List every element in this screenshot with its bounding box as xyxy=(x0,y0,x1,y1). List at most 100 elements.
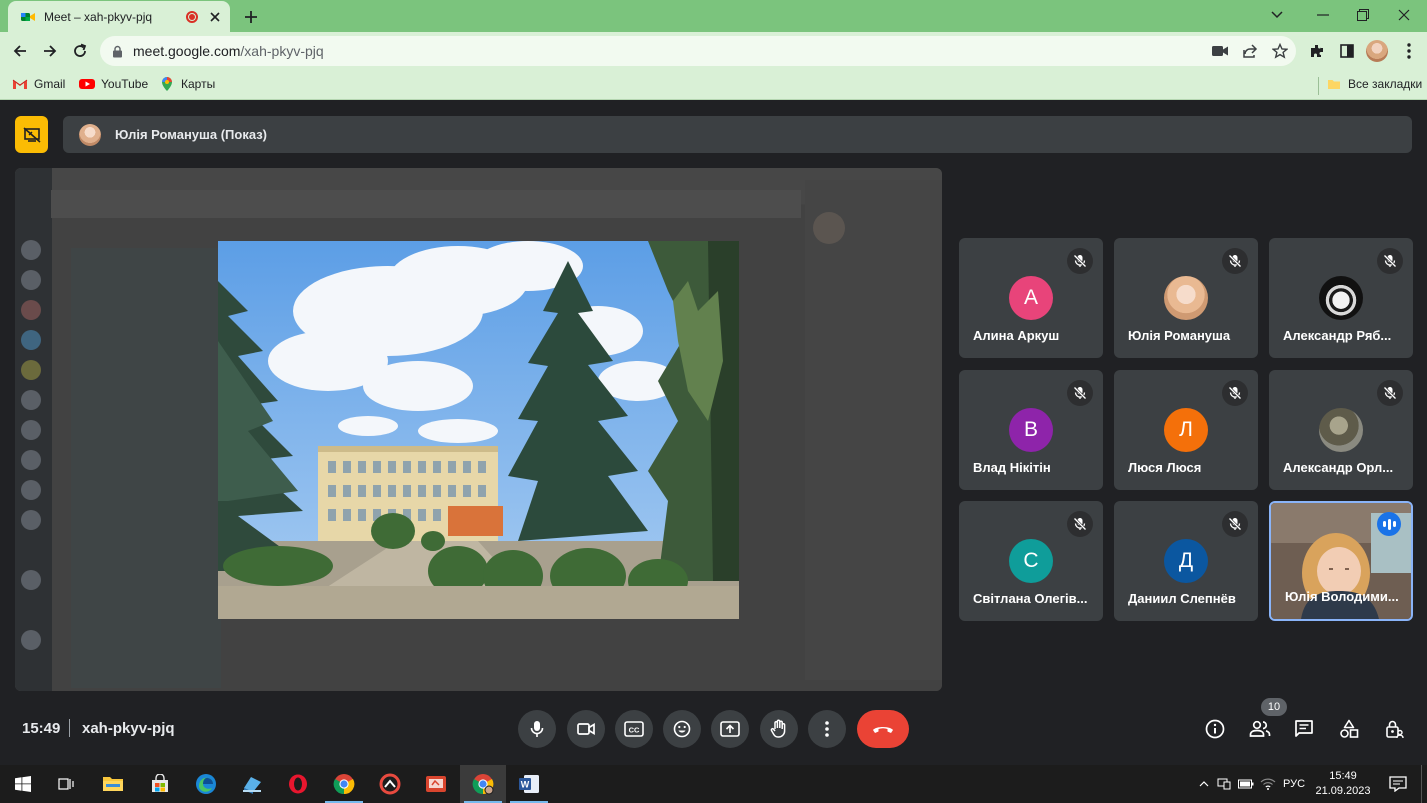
taskbar-time: 15:49 xyxy=(1329,770,1357,782)
browser-tab-meet[interactable]: Meet – xah-pkyv-pjq xyxy=(8,1,230,32)
close-tab-icon[interactable] xyxy=(208,10,222,24)
camera-button[interactable] xyxy=(567,710,605,748)
taskbar-opera[interactable] xyxy=(275,765,321,803)
profile-avatar-button[interactable] xyxy=(1363,37,1391,65)
activities-shapes-icon xyxy=(1340,719,1359,738)
browser-tab-strip: Meet – xah-pkyv-pjq xyxy=(0,0,1427,32)
show-desktop-button[interactable] xyxy=(1421,765,1422,803)
taskbar-clock[interactable]: 15:49 21.09.2023 xyxy=(1315,769,1371,799)
participant-avatar: В xyxy=(1009,408,1053,452)
speaking-indicator-icon xyxy=(1377,512,1401,536)
mic-off-icon xyxy=(1377,380,1403,406)
taskbar-app-blue[interactable] xyxy=(229,765,275,803)
hand-icon xyxy=(770,719,786,738)
people-button[interactable] xyxy=(1246,715,1274,743)
url-host: meet.google.com xyxy=(133,43,241,59)
chat-icon xyxy=(1295,720,1313,737)
edge-icon xyxy=(196,774,216,794)
taskbar-edge[interactable] xyxy=(183,765,229,803)
host-controls-button[interactable] xyxy=(1380,715,1408,743)
lock-icon[interactable] xyxy=(112,45,123,58)
maximize-window-button[interactable] xyxy=(1340,0,1386,30)
bookmark-gmail[interactable]: Gmail xyxy=(12,76,65,92)
participant-tile[interactable]: Л Люся Люся xyxy=(1114,370,1258,490)
taskbar-microsoft-store[interactable] xyxy=(137,765,183,803)
bookmark-label: Карты xyxy=(181,77,216,91)
present-screen-button[interactable] xyxy=(711,710,749,748)
side-panel-button[interactable] xyxy=(1333,37,1361,65)
input-language[interactable]: РУС xyxy=(1279,778,1309,790)
shared-screen-sidepanel xyxy=(805,180,942,680)
participant-avatar xyxy=(1164,276,1208,320)
more-options-button[interactable] xyxy=(808,710,846,748)
taskbar-chrome-active[interactable] xyxy=(460,765,506,803)
bookmark-star-icon[interactable] xyxy=(1270,41,1290,61)
hang-up-icon xyxy=(873,727,893,733)
captions-button[interactable]: CC xyxy=(615,710,653,748)
participant-tile[interactable]: Юлія Романуша xyxy=(1114,238,1258,358)
svg-text:W: W xyxy=(521,780,530,790)
presenter-bar[interactable]: Юлія Романуша (Показ) xyxy=(63,116,1412,153)
folder-icon xyxy=(103,777,123,791)
back-button[interactable] xyxy=(6,37,34,65)
app-window-icon xyxy=(243,777,261,794)
mic-off-icon xyxy=(1377,248,1403,274)
meeting-code: xah-pkyv-pjq xyxy=(82,720,175,737)
display-icon[interactable] xyxy=(1213,778,1235,790)
camera-icon xyxy=(577,722,595,736)
task-view-button[interactable] xyxy=(44,765,90,803)
windows-start-button[interactable] xyxy=(0,765,46,803)
shared-screen-toolbar xyxy=(51,190,801,218)
address-bar[interactable]: meet.google.com/xah-pkyv-pjq xyxy=(100,36,1296,66)
presentation-badge-button[interactable] xyxy=(15,116,48,153)
browser-menu-button[interactable] xyxy=(1395,37,1423,65)
battery-icon[interactable] xyxy=(1235,779,1257,789)
activities-button[interactable] xyxy=(1335,715,1363,743)
taskbar-file-explorer[interactable] xyxy=(90,765,136,803)
new-tab-button[interactable] xyxy=(240,6,262,28)
bookmark-maps[interactable]: Карты xyxy=(159,76,215,92)
end-call-button[interactable] xyxy=(857,710,909,748)
participant-tile[interactable]: Александр Ряб... xyxy=(1269,238,1413,358)
meeting-details-button[interactable] xyxy=(1201,715,1229,743)
close-window-button[interactable] xyxy=(1381,0,1427,30)
info-icon xyxy=(1205,719,1225,739)
participant-tile[interactable]: С Світлана Олегів... xyxy=(959,501,1103,621)
taskbar-app-screenshot[interactable] xyxy=(367,765,413,803)
mic-off-icon xyxy=(1222,248,1248,274)
wifi-icon[interactable] xyxy=(1257,778,1279,790)
all-bookmarks-folder[interactable]: Все закладки xyxy=(1326,76,1422,92)
reactions-button[interactable] xyxy=(663,710,701,748)
raise-hand-button[interactable] xyxy=(760,710,798,748)
reload-button[interactable] xyxy=(66,37,94,65)
tab-search-button[interactable] xyxy=(1254,0,1300,30)
clock-divider xyxy=(69,719,70,737)
extensions-button[interactable] xyxy=(1303,37,1331,65)
meet-favicon-icon xyxy=(20,9,36,25)
camera-in-use-icon[interactable] xyxy=(1210,41,1230,61)
share-page-icon[interactable] xyxy=(1240,41,1260,61)
microphone-button[interactable] xyxy=(518,710,556,748)
taskbar-word[interactable]: W xyxy=(506,765,552,803)
taskbar-app-red[interactable] xyxy=(413,765,459,803)
url-text: meet.google.com/xah-pkyv-pjq xyxy=(133,43,324,59)
school-photo-image xyxy=(218,241,739,619)
participant-tile[interactable]: В Влад Нікітін xyxy=(959,370,1103,490)
shared-screen[interactable] xyxy=(15,168,942,691)
store-icon xyxy=(152,774,168,792)
meet-call-area: Юлія Романуша (Показ) А Алина Аркуш Юлія… xyxy=(0,101,1427,765)
participant-tile[interactable]: Юлія Володими... xyxy=(1269,501,1413,621)
task-view-icon xyxy=(58,778,74,790)
bookmark-youtube[interactable]: YouTube xyxy=(79,76,148,92)
notifications-button[interactable] xyxy=(1375,765,1421,803)
taskbar-chrome[interactable] xyxy=(321,765,367,803)
shared-screen-avatar xyxy=(21,300,41,320)
show-hidden-icons-icon[interactable] xyxy=(1195,781,1213,787)
forward-button[interactable] xyxy=(36,37,64,65)
participant-tile[interactable]: Александр Орл... xyxy=(1269,370,1413,490)
participant-tile[interactable]: Д Даниил Слепнёв xyxy=(1114,501,1258,621)
participant-tile[interactable]: А Алина Аркуш xyxy=(959,238,1103,358)
participant-name: Александр Орл... xyxy=(1283,460,1394,475)
host-lock-person-icon xyxy=(1386,720,1404,739)
chat-button[interactable] xyxy=(1290,715,1318,743)
